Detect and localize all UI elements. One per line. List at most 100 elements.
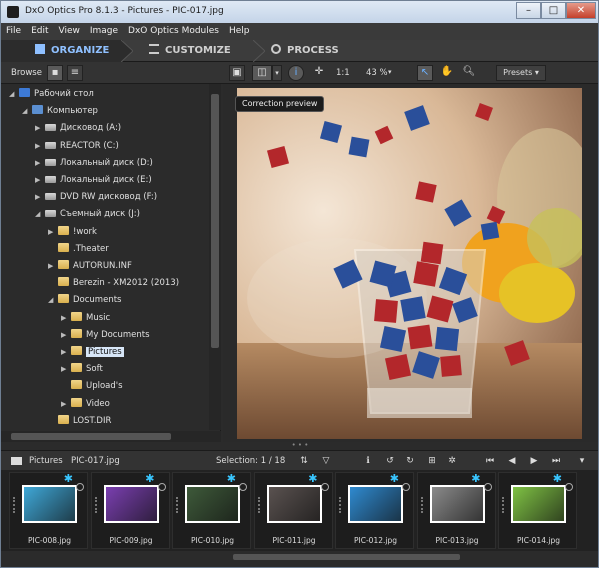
tree-item[interactable]: ◢ Рабочий стол (9, 87, 94, 102)
thumbnail-card[interactable]: ✱ PIC-013.jpg (416, 472, 496, 549)
thumbnail-card[interactable]: ✱ PIC-012.jpg (335, 472, 414, 549)
tree-item[interactable]: ▶ AUTORUN.INF (48, 259, 132, 274)
expand-down-icon[interactable]: ◢ (22, 104, 32, 119)
settings-gear-icon[interactable]: ✲ (445, 454, 459, 468)
filter-icon[interactable]: ▽ (319, 454, 333, 468)
drag-handle[interactable] (257, 497, 260, 513)
expand-right-icon[interactable]: ▶ (61, 328, 71, 343)
info-panel-icon[interactable]: ℹ (361, 454, 375, 468)
thumbnail-image[interactable] (348, 485, 403, 523)
thumbnail-image[interactable] (429, 485, 485, 523)
expand-right-icon[interactable]: ▶ (61, 311, 71, 326)
folder-view-button[interactable]: ▪ (47, 65, 63, 81)
drag-handle[interactable] (502, 497, 504, 513)
filmstrip-scrollbar[interactable] (1, 551, 598, 563)
tree-item[interactable]: ▶ DVD RW дисковод (F:) (35, 190, 157, 205)
minimize-button[interactable]: – (516, 2, 541, 19)
tree-item[interactable]: ▶ Pictures (61, 345, 124, 360)
tree-item[interactable]: ▶ Soft (61, 362, 103, 377)
add-icon[interactable]: ⊞ (425, 454, 439, 468)
zoom-level-select[interactable]: 43 % (366, 68, 388, 78)
tree-item[interactable]: Upload's (61, 379, 123, 394)
previous-image-icon[interactable]: ◀ (505, 454, 519, 468)
rotate-right-icon[interactable]: ↻ (403, 454, 417, 468)
tree-item[interactable]: .Theater (48, 242, 109, 257)
close-button[interactable]: ✕ (566, 2, 596, 19)
list-view-button[interactable]: ≡ (67, 65, 83, 81)
expand-down-icon[interactable]: ◢ (48, 293, 58, 308)
thumbnail-card[interactable]: ✱ PIC-014.jpg (498, 472, 577, 549)
maximize-button[interactable]: □ (541, 2, 566, 19)
zoom-tool-icon[interactable]: 🔍︎ (461, 65, 477, 81)
rotate-left-icon[interactable]: ↺ (383, 454, 397, 468)
tree-item[interactable]: ▶ Локальный диск (D:) (35, 156, 153, 171)
expand-right-icon[interactable]: ▶ (61, 345, 71, 360)
tree-item[interactable]: ◢ Компьютер (22, 104, 98, 119)
tree-item[interactable]: LOST.DIR (48, 414, 111, 429)
thumbnail-card[interactable]: ✱ PIC-009.jpg (90, 472, 170, 549)
zoom-dropdown-icon[interactable]: ▾ (388, 68, 392, 76)
compare-button[interactable]: ◫ (252, 65, 272, 81)
presets-button[interactable]: Presets ▾ (496, 65, 546, 81)
pointer-tool-icon[interactable]: ↖ (417, 65, 433, 81)
tree-vertical-scrollbar[interactable] (209, 84, 221, 430)
expand-right-icon[interactable]: ▶ (35, 139, 45, 154)
drag-handle[interactable] (339, 497, 341, 513)
scroll-thumb[interactable] (11, 433, 171, 440)
tree-item[interactable]: ▶ Music (61, 311, 110, 326)
drag-handle[interactable] (13, 497, 15, 513)
zoom-1to1-button[interactable]: 1:1 (336, 68, 350, 78)
expand-right-icon[interactable]: ▶ (61, 397, 71, 412)
thumbnail-image[interactable] (266, 485, 322, 523)
sort-icon[interactable]: ⇅ (297, 454, 311, 468)
tab-process[interactable]: PROCESS (271, 40, 371, 62)
first-image-icon[interactable]: ⏮ (483, 454, 497, 468)
tree-item[interactable]: ▶ REACTOR (C:) (35, 139, 119, 154)
menu-image[interactable]: Image (85, 23, 123, 40)
thumbnail-card[interactable]: ✱ PIC-010.jpg (172, 472, 251, 549)
menu-dxo-modules[interactable]: DxO Optics Modules (123, 23, 224, 40)
expand-down-icon[interactable]: ◢ (9, 87, 19, 102)
tab-organize[interactable]: ORGANIZE (1, 40, 123, 62)
hand-tool-icon[interactable]: ✋ (439, 65, 455, 81)
preview-image[interactable] (237, 88, 582, 439)
scroll-thumb[interactable] (233, 554, 460, 560)
tree-item[interactable]: ▶ Локальный диск (E:) (35, 173, 152, 188)
expand-right-icon[interactable]: ▶ (35, 121, 45, 136)
tree-horizontal-scrollbar[interactable] (1, 431, 221, 442)
thumbnail-card[interactable]: ✱ PIC-008.jpg (9, 472, 88, 549)
pan-move-icon[interactable]: ✛ (311, 65, 327, 81)
drag-handle[interactable] (94, 497, 97, 513)
menu-view[interactable]: View (54, 23, 85, 40)
expand-right-icon[interactable]: ▶ (61, 362, 71, 377)
tree-item[interactable]: ▶ Video (61, 397, 110, 412)
collapse-filmstrip-icon[interactable]: ▾ (575, 454, 589, 468)
tree-item[interactable]: Berezin - XM2012 (2013) (48, 276, 179, 291)
menu-edit[interactable]: Edit (26, 23, 53, 40)
tree-item[interactable]: ▶ My Documents (61, 328, 150, 343)
thumbnail-image[interactable] (103, 485, 159, 523)
expand-down-icon[interactable]: ◢ (35, 207, 45, 222)
expand-right-icon[interactable]: ▶ (35, 190, 45, 205)
menu-help[interactable]: Help (224, 23, 255, 40)
drag-handle[interactable] (420, 497, 423, 513)
tree-item[interactable]: ▶ Дисковод (A:) (35, 121, 121, 136)
panel-resize-grip[interactable]: • • • (291, 442, 309, 449)
menu-file[interactable]: File (1, 23, 26, 40)
image-viewer[interactable]: Correction preview (223, 84, 598, 442)
drag-handle[interactable] (176, 497, 178, 513)
expand-right-icon[interactable]: ▶ (48, 259, 58, 274)
compare-dropdown-button[interactable]: ▾ (272, 65, 282, 81)
thumbnail-image[interactable] (185, 485, 240, 523)
expand-right-icon[interactable]: ▶ (48, 225, 58, 240)
last-image-icon[interactable]: ⏭ (549, 454, 563, 468)
thumbnail-image[interactable] (511, 485, 566, 523)
thumbnail-card[interactable]: ✱ PIC-011.jpg (253, 472, 333, 549)
scroll-thumb[interactable] (211, 94, 219, 348)
tab-customize[interactable]: CUSTOMIZE (149, 40, 249, 62)
thumbnail-image[interactable] (22, 485, 77, 523)
info-icon[interactable]: i (288, 65, 304, 81)
expand-right-icon[interactable]: ▶ (35, 173, 45, 188)
fit-view-button[interactable]: ▣ (229, 65, 245, 81)
tree-item[interactable]: ▶ !work (48, 225, 97, 240)
